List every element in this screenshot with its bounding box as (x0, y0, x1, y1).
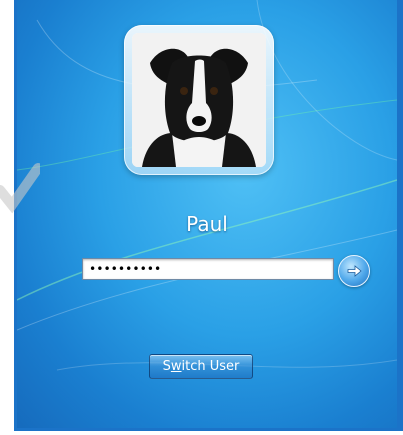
arrow-right-icon (347, 265, 362, 277)
dog-photo-icon (132, 33, 266, 167)
switch-user-label-end: itch User (181, 359, 240, 374)
checkmark-watermark-icon (0, 163, 40, 214)
switch-user-label-start: S (162, 359, 171, 374)
avatar (132, 33, 266, 167)
logon-background: Paul •••••••••• Switch User (17, 0, 397, 428)
password-field[interactable]: •••••••••• (82, 258, 334, 280)
user-avatar-frame (124, 25, 274, 175)
submit-button[interactable] (338, 255, 370, 287)
switch-user-button[interactable]: Switch User (149, 354, 253, 379)
switch-user-access-key: w (170, 359, 182, 374)
user-name: Paul (186, 212, 228, 236)
logon-screen: Paul •••••••••• Switch User (14, 0, 403, 431)
